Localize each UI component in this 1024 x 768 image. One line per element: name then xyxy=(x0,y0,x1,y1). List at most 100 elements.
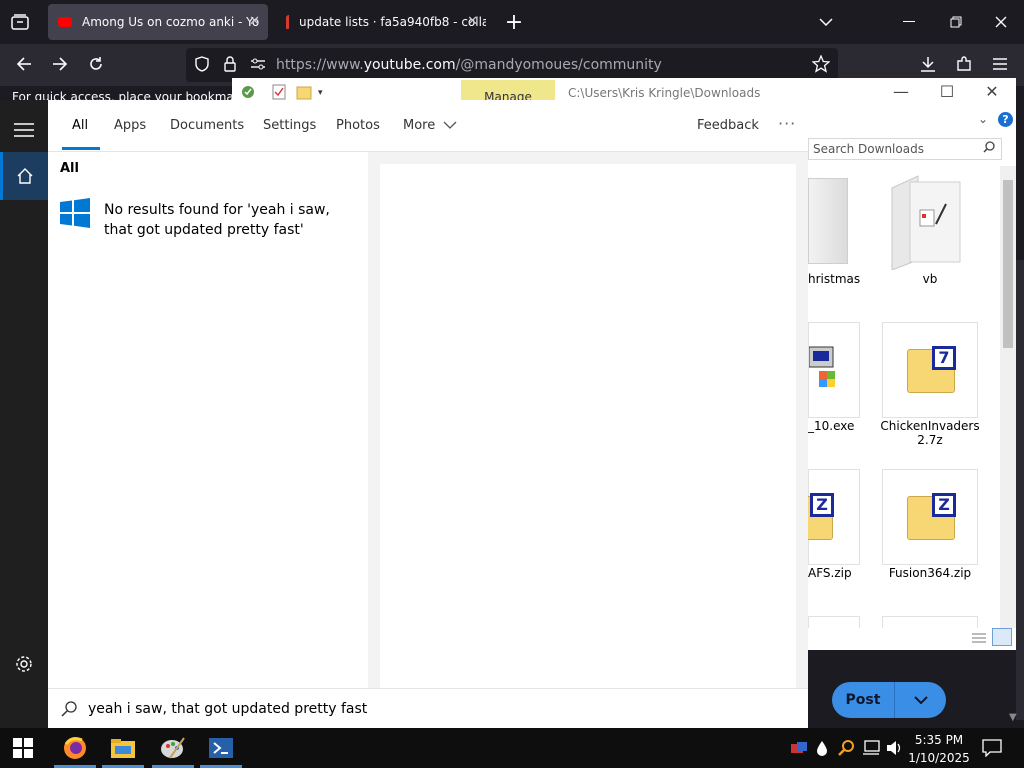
tab-list-chevron-icon[interactable] xyxy=(810,6,842,38)
file-item[interactable]: Z xyxy=(882,469,978,565)
file-item[interactable] xyxy=(808,616,860,628)
firefox-icon[interactable] xyxy=(62,736,88,760)
tab-title: update lists · fa5a940fb8 - colla xyxy=(299,15,486,29)
close-tab-icon[interactable]: ✕ xyxy=(249,14,260,29)
active-filter-underline xyxy=(62,147,100,150)
explorer-search-input[interactable]: Search Downloads xyxy=(808,138,1002,160)
restore-icon[interactable] xyxy=(940,6,972,38)
preview-column xyxy=(368,152,808,688)
reload-icon[interactable] xyxy=(80,48,112,80)
ribbon-expand-chevron-icon[interactable]: ⌄ xyxy=(978,112,988,126)
tab-youtube[interactable]: Among Us on cozmo anki - Yo ✕ xyxy=(48,4,268,40)
installer-icon xyxy=(809,346,835,387)
hamburger-menu-icon[interactable] xyxy=(14,122,34,141)
new-tab-icon[interactable]: + xyxy=(498,6,530,38)
water-drop-icon[interactable] xyxy=(816,740,828,760)
windows-search-panel: All Apps Documents Settings Photos More … xyxy=(48,100,808,728)
filter-apps[interactable]: Apps xyxy=(114,118,146,133)
back-icon[interactable] xyxy=(8,48,40,80)
zip-archive-icon: Z xyxy=(907,493,956,540)
file-label: Fusion364.zip xyxy=(888,566,972,580)
filter-documents[interactable]: Documents xyxy=(170,118,244,133)
search-query-text[interactable]: yeah i saw, that got updated pretty fast xyxy=(88,701,367,717)
url-prefix: https://www. xyxy=(276,57,364,73)
results-section-heading: All xyxy=(60,161,79,176)
page-scrollbar[interactable] xyxy=(1016,260,1024,720)
post-button-label: Post xyxy=(845,692,881,708)
extensions-icon[interactable] xyxy=(948,48,980,80)
file-item[interactable] xyxy=(808,322,860,418)
network-adapter-icon[interactable] xyxy=(790,740,808,760)
feedback-link[interactable]: Feedback xyxy=(697,118,759,133)
post-options-chevron-icon[interactable] xyxy=(895,692,946,708)
explorer-close-icon[interactable]: ✕ xyxy=(977,82,1007,101)
folder-icon xyxy=(891,175,961,271)
file-explorer-icon[interactable] xyxy=(110,736,136,760)
windows-logo-icon xyxy=(60,198,90,232)
bookmark-star-icon[interactable] xyxy=(805,48,837,80)
forward-icon[interactable] xyxy=(44,48,76,80)
url-text[interactable]: https://www.youtube.com/@mandyomoues/com… xyxy=(276,57,662,73)
clock[interactable]: 5:35 PM 1/10/2025 xyxy=(908,731,970,767)
home-nav-item[interactable] xyxy=(0,152,48,200)
help-icon[interactable]: ? xyxy=(998,112,1013,127)
close-window-icon[interactable] xyxy=(985,6,1017,38)
customize-dropdown-icon[interactable]: ▾ xyxy=(318,88,323,98)
scrollbar-thumb[interactable] xyxy=(1003,180,1013,348)
browser-tab-bar: Among Us on cozmo anki - Yo ✕ update lis… xyxy=(0,0,1024,44)
search-icon xyxy=(60,700,78,722)
youtube-icon xyxy=(58,17,72,27)
file-label: _10.exe xyxy=(808,419,855,433)
file-item[interactable] xyxy=(808,178,858,274)
explorer-maximize-icon[interactable]: ☐ xyxy=(932,82,962,101)
start-left-rail xyxy=(0,100,48,728)
chevron-down-icon xyxy=(443,121,457,129)
filter-photos[interactable]: Photos xyxy=(336,118,380,133)
post-button[interactable]: Post xyxy=(832,682,946,718)
search-box[interactable]: yeah i saw, that got updated pretty fast xyxy=(48,688,808,728)
search-filter-bar: All Apps Documents Settings Photos More … xyxy=(48,100,808,152)
url-path: /@mandyomoues/community xyxy=(455,57,662,73)
7z-archive-icon: 7 xyxy=(907,346,956,393)
minimize-icon[interactable] xyxy=(893,6,925,38)
preview-pane xyxy=(380,164,796,688)
large-icons-view-icon[interactable] xyxy=(992,628,1012,646)
file-label: hristmas xyxy=(808,272,861,286)
notifications-icon[interactable] xyxy=(982,739,1002,761)
details-view-icon[interactable] xyxy=(970,630,988,644)
filter-more-label: More xyxy=(403,118,436,133)
volume-icon[interactable] xyxy=(886,740,904,760)
filter-all[interactable]: All xyxy=(72,118,88,133)
more-options-icon[interactable]: ··· xyxy=(778,114,796,133)
folder-icon xyxy=(808,178,848,264)
tab-overview-icon[interactable] xyxy=(4,6,36,38)
powershell-icon[interactable] xyxy=(208,736,234,760)
filter-more[interactable]: More xyxy=(403,118,457,133)
file-item[interactable]: 7 xyxy=(882,322,978,418)
magnifier-tool-icon[interactable] xyxy=(838,740,854,760)
search-icon xyxy=(983,141,995,156)
explorer-scrollbar[interactable] xyxy=(1000,166,1016,628)
permissions-icon[interactable] xyxy=(242,48,274,80)
file-label: AFS.zip xyxy=(808,566,852,580)
file-label: ChickenInvaders 2.7z xyxy=(880,419,980,447)
start-button-icon[interactable] xyxy=(13,738,33,762)
no-results-message: No results found for 'yeah i saw, that g… xyxy=(104,202,330,238)
tab-title: Among Us on cozmo anki - Yo xyxy=(82,15,260,29)
downloads-icon[interactable] xyxy=(912,48,944,80)
file-item[interactable] xyxy=(888,174,964,271)
menu-icon[interactable] xyxy=(984,48,1016,80)
close-tab-icon[interactable]: ✕ xyxy=(467,14,478,29)
file-item[interactable]: Z xyxy=(785,469,860,565)
clock-date: 1/10/2025 xyxy=(908,751,970,765)
explorer-path: C:\Users\Kris Kringle\Downloads xyxy=(568,86,761,100)
file-item[interactable] xyxy=(882,616,978,628)
paint-icon[interactable] xyxy=(160,736,186,760)
network-icon[interactable] xyxy=(862,740,880,760)
explorer-minimize-icon[interactable]: — xyxy=(886,82,916,101)
scroll-down-icon[interactable]: ▼ xyxy=(1009,712,1017,723)
filter-settings[interactable]: Settings xyxy=(263,118,316,133)
settings-gear-icon[interactable] xyxy=(15,655,33,677)
file-label: vb xyxy=(922,272,938,286)
tab-forgejo[interactable]: update lists · fa5a940fb8 - colla ✕ xyxy=(276,4,486,40)
